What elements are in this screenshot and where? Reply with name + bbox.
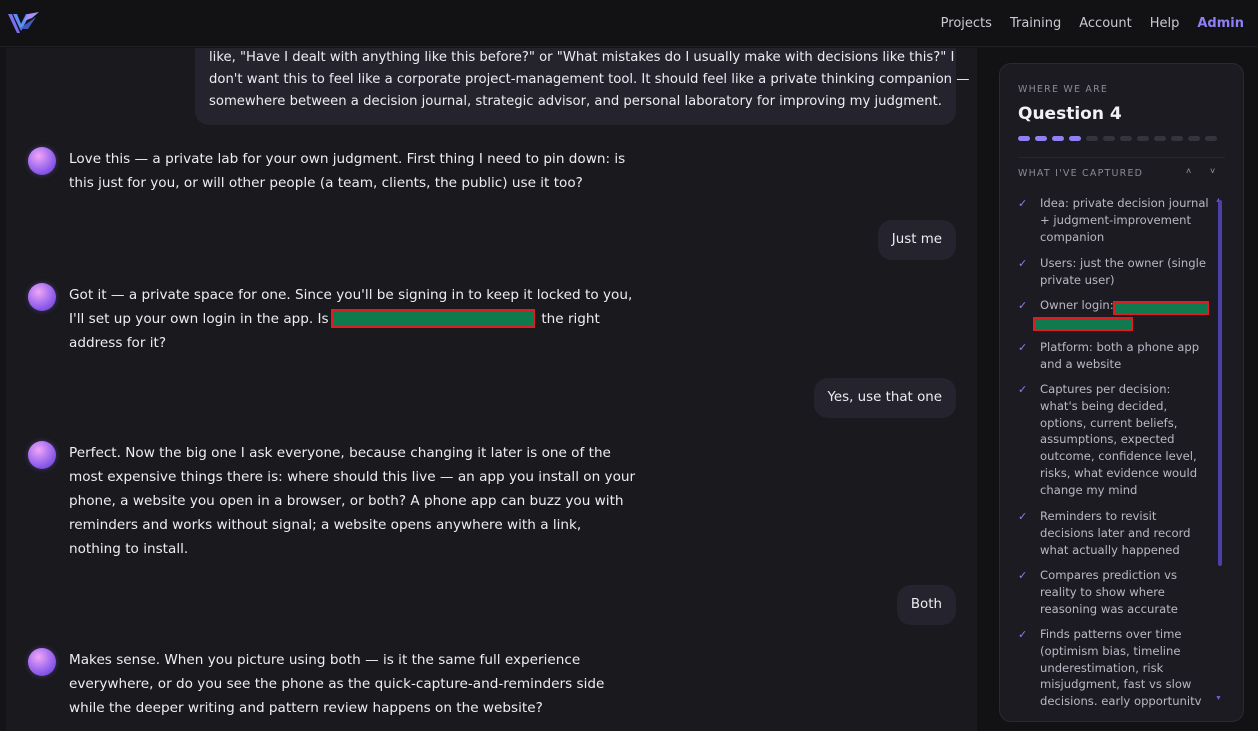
message-line: I'll set up your own login in the app. I… [69, 307, 629, 331]
scroll-down-icon[interactable]: ▼ [1215, 695, 1222, 702]
progress-dot [1120, 136, 1132, 141]
item-line: (optimism bias, timeline [1040, 643, 1181, 658]
check-icon: ✓ [1018, 510, 1028, 523]
assistant-message: Makes sense. When you picture using both… [26, 648, 626, 724]
check-icon: ✓ [1018, 257, 1028, 270]
check-icon: ✓ [1018, 569, 1028, 582]
message-line: Love this — a private lab for your own j… [69, 151, 626, 167]
item-line: underestimation, risk [1040, 660, 1164, 675]
progress-dot [1103, 136, 1115, 141]
message-line: Makes sense. When you picture using both… [69, 652, 581, 668]
message-line: this just for you, or will other people … [69, 175, 583, 191]
item-line: decisions. early opportunitv [1040, 694, 1202, 709]
item-line: and a website [1040, 356, 1122, 371]
item-line: private user) [1040, 272, 1115, 287]
message-fragment: the right [541, 311, 600, 327]
item-line: companion [1040, 229, 1105, 244]
message-fragment: I'll set up your own login in the app. I… [69, 311, 329, 327]
chat-thread[interactable]: like, "Have I dealt with anything like t… [6, 48, 977, 731]
user-message: Just me [877, 220, 956, 260]
nav-account[interactable]: Account [1079, 16, 1132, 31]
item-line: reasoning was accurate [1040, 601, 1178, 616]
item-line: reality to show where [1040, 584, 1165, 599]
item-line: Captures per decision: [1040, 382, 1171, 396]
message-line: Perfect. Now the big one I ask everyone,… [69, 445, 611, 461]
item-line: outcome, confidence level, [1040, 449, 1197, 464]
chevron-up-icon[interactable]: ˄ [1186, 166, 1191, 176]
user-message: Both [896, 585, 956, 625]
progress-dot [1205, 136, 1217, 141]
redacted-email [1033, 317, 1133, 331]
nav-admin[interactable]: Admin [1197, 16, 1244, 31]
v-logo-icon[interactable] [6, 9, 40, 37]
check-icon: ✓ [1018, 628, 1028, 641]
assistant-message: Love this — a private lab for your own j… [26, 147, 626, 199]
scrollbar-thumb[interactable] [1218, 200, 1222, 566]
progress-dot [1137, 136, 1149, 141]
panel-eyebrow: WHERE WE ARE [1018, 84, 1109, 95]
item-line: Compares prediction vs [1040, 568, 1178, 582]
item-line: Finds patterns over time [1040, 627, 1182, 641]
item-line: what actually happened [1040, 542, 1180, 557]
message-line: address for it? [69, 335, 167, 351]
message-line: Got it — a private space for one. Since … [69, 287, 633, 303]
item-line: misjudgment, fast vs slow [1040, 677, 1192, 692]
assistant-avatar [28, 648, 56, 676]
check-icon: ✓ [1018, 383, 1028, 396]
redacted-email [330, 308, 535, 328]
check-icon: ✓ [1018, 299, 1028, 312]
nav-projects[interactable]: Projects [941, 16, 992, 31]
item-line: + judgment-improvement [1040, 212, 1191, 227]
assistant-message: Got it — a private space for one. Since … [26, 283, 633, 359]
item-line: change my mind [1040, 482, 1138, 497]
item-line: assumptions, expected [1040, 432, 1175, 447]
progress-dot [1188, 136, 1200, 141]
redacted-email [1113, 301, 1209, 315]
message-line: while the deeper writing and pattern rev… [69, 700, 543, 716]
item-line: Users: just the owner (single [1040, 256, 1206, 270]
check-icon: ✓ [1018, 341, 1028, 354]
progress-dot [1154, 136, 1166, 141]
progress-dot [1171, 136, 1183, 141]
user-message: Yes, use that one [813, 378, 956, 418]
progress-dot [1052, 136, 1064, 141]
progress-panel: WHERE WE ARE Question 4 WHAT I'VE CAPTUR… [999, 63, 1244, 722]
progress-dot [1069, 136, 1081, 141]
progress-dots [1018, 136, 1217, 141]
assistant-avatar [28, 283, 56, 311]
assistant-message: Perfect. Now the big one I ask everyone,… [26, 441, 636, 565]
progress-dot [1035, 136, 1047, 141]
item-line: decisions later and record [1040, 525, 1191, 540]
item-line: Platform: both a phone app [1040, 340, 1200, 354]
message-line: everywhere, or do you see the phone as t… [69, 676, 605, 692]
message-line: like, "Have I dealt with anything like t… [209, 50, 955, 65]
chevron-down-icon[interactable]: ˅ [1210, 166, 1215, 176]
nav-help[interactable]: Help [1150, 16, 1180, 31]
item-line: Idea: private decision journal [1040, 196, 1209, 210]
item-line: what's being decided, [1040, 398, 1168, 413]
question-title: Question 4 [1018, 104, 1122, 124]
item-line: options, current beliefs, [1040, 415, 1178, 430]
message-line: don't want this to feel like a corporate… [209, 72, 970, 87]
top-navbar: Projects Training Account Help Admin [0, 0, 1258, 47]
message-line: phone, a website you open in a browser, … [69, 493, 624, 509]
message-line: reminders and works without signal; a we… [69, 517, 582, 533]
panel-divider [1018, 157, 1225, 158]
message-line: nothing to install. [69, 541, 189, 557]
item-line: risks, what evidence would [1040, 465, 1198, 480]
nav-training[interactable]: Training [1010, 16, 1061, 31]
assistant-avatar [28, 147, 56, 175]
assistant-avatar [28, 441, 56, 469]
message-line: somewhere between a decision journal, st… [209, 94, 942, 109]
check-icon: ✓ [1018, 197, 1028, 210]
captured-heading: WHAT I'VE CAPTURED [1018, 168, 1144, 179]
item-line: Reminders to revisit [1040, 509, 1157, 523]
user-message: like, "Have I dealt with anything like t… [195, 48, 970, 125]
message-line: most expensive things there is: where sh… [69, 469, 636, 485]
nav-links: Projects Training Account Help Admin [923, 0, 1244, 47]
progress-dot [1018, 136, 1030, 141]
progress-dot [1086, 136, 1098, 141]
